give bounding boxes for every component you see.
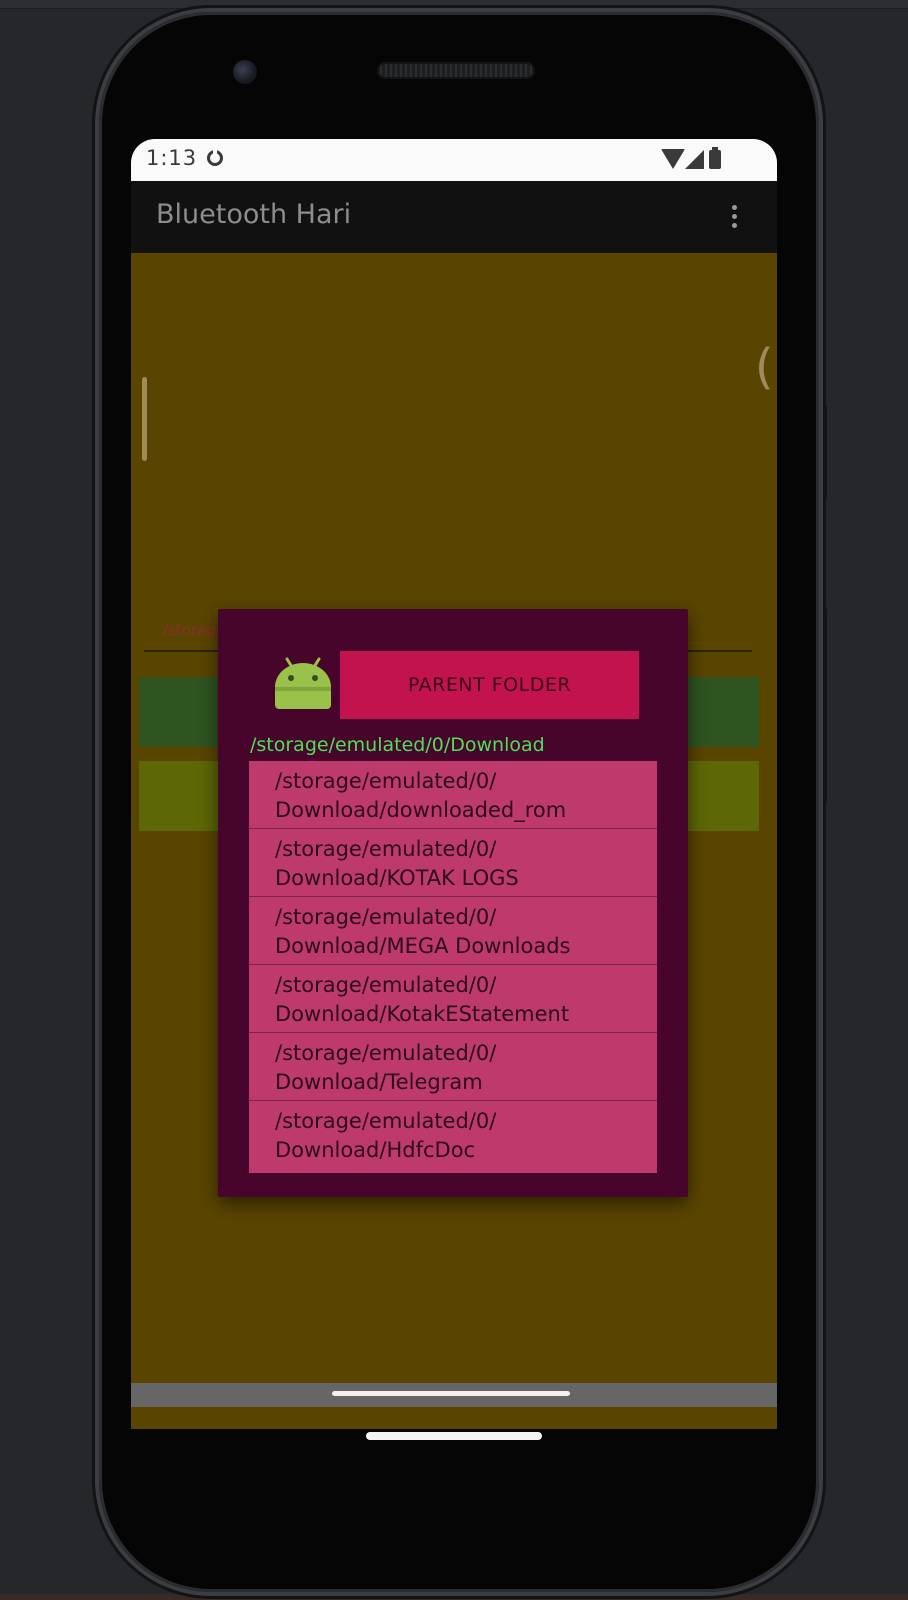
front-camera: [233, 60, 257, 84]
app-title: Bluetooth Hari: [156, 199, 352, 230]
current-path-label: /storage/emulated/0/Download: [250, 734, 545, 756]
folder-picker-dialog: PARENT FOLDER /storage/emulated/0/Downlo…: [218, 609, 688, 1197]
folder-list: /storage/emulated/0/ Download/downloaded…: [249, 761, 657, 1173]
folder-item-kotak-estatement[interactable]: /storage/emulated/0/ Download/KotakEStat…: [249, 965, 657, 1033]
folder-item-mega-downloads[interactable]: /storage/emulated/0/ Download/MEGA Downl…: [249, 897, 657, 965]
desktop-top-edge: [0, 0, 908, 9]
main-content: ( /storag PARENT FOLDER /storage/emulate…: [131, 253, 777, 1383]
power-button[interactable]: [819, 404, 827, 500]
folder-item-downloaded-rom[interactable]: /storage/emulated/0/ Download/downloaded…: [249, 761, 657, 829]
sync-icon: [207, 150, 223, 166]
gesture-nav-bar: [131, 1383, 777, 1407]
parent-folder-button[interactable]: PARENT FOLDER: [340, 651, 639, 719]
earpiece-speaker: [377, 62, 535, 79]
folder-item-kotak-logs[interactable]: /storage/emulated/0/ Download/KOTAK LOGS: [249, 829, 657, 897]
path-input-background: /storag: [163, 621, 216, 639]
home-indicator: [366, 1432, 542, 1440]
scroll-indicator: [142, 377, 147, 461]
folder-item-telegram[interactable]: /storage/emulated/0/ Download/Telegram: [249, 1033, 657, 1101]
app-bar: Bluetooth Hari: [131, 181, 777, 253]
battery-icon: [709, 147, 721, 169]
signal-icon: [685, 150, 704, 169]
android-robot-icon: [275, 657, 331, 709]
folder-item-hdfcdoc[interactable]: /storage/emulated/0/ Download/HdfcDoc: [249, 1101, 657, 1169]
volume-rocker[interactable]: [819, 606, 827, 804]
partial-glyph: (: [749, 339, 777, 395]
status-bar: 1:13: [131, 139, 777, 181]
device-screen: 1:13 Bluetooth Hari ( /storag PARENT FOL…: [131, 139, 777, 1429]
overflow-menu-icon[interactable]: [732, 205, 738, 231]
desktop-bottom-edge: [0, 1594, 908, 1600]
gesture-handle[interactable]: [332, 1391, 570, 1396]
status-time: 1:13: [146, 146, 198, 170]
wifi-icon: [661, 149, 685, 169]
phone-frame: 1:13 Bluetooth Hari ( /storag PARENT FOL…: [99, 12, 819, 1592]
